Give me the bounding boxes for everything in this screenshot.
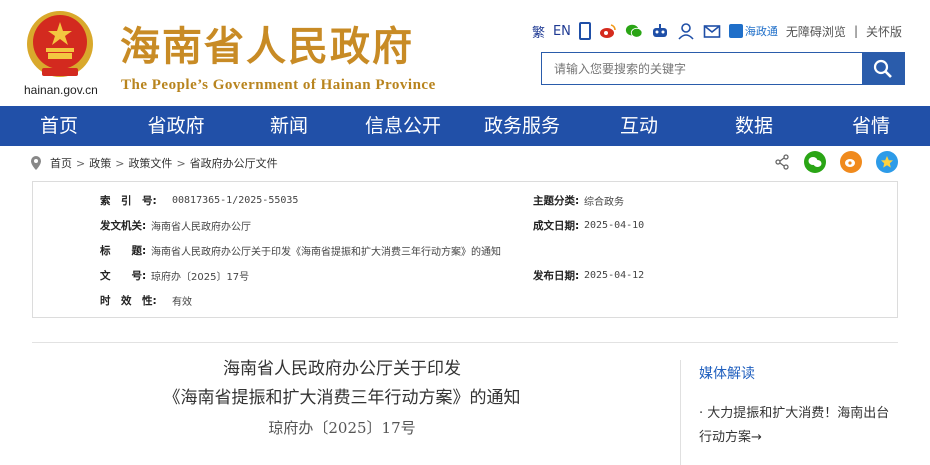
meta-date-made-value: 2025-04-10	[584, 219, 645, 231]
search-button[interactable]	[862, 53, 904, 84]
breadcrumb-separator: >	[76, 156, 86, 170]
english-link[interactable]: EN	[553, 24, 571, 39]
search-input[interactable]	[542, 53, 862, 84]
care-version-link[interactable]: 关怀版	[866, 23, 902, 40]
article-doc-number: 琼府办〔2025〕17号	[268, 419, 416, 437]
mail-icon[interactable]	[703, 22, 721, 40]
breadcrumb: 首页 > 政策 > 政策文件 > 省政府办公厅文件	[30, 150, 900, 176]
meta-pub-date-value: 2025-04-12	[584, 269, 645, 281]
site-url[interactable]: hainan.gov.cn	[24, 83, 98, 97]
meta-validity-label: 时 效 性:	[100, 294, 157, 307]
phone-icon[interactable]	[578, 22, 591, 40]
traditional-chinese-link[interactable]: 繁	[532, 22, 545, 41]
national-emblem-icon[interactable]	[22, 8, 98, 84]
share-bar	[774, 151, 898, 173]
breadcrumb-separator: >	[115, 156, 125, 170]
article-header: 海南省人民政府办公厅关于印发 《海南省提振和扩大消费三年行动方案》的通知 琼府办…	[32, 355, 652, 441]
zhengtong-label: 海政通	[744, 25, 778, 38]
meta-pub-date-label: 发布日期:	[533, 269, 580, 282]
document-meta-box: 索 引 号: 00817365-1/2025-55035 主题分类: 综合政务 …	[32, 181, 898, 318]
meta-issuer-value: 海南省人民政府办公厅	[151, 221, 251, 233]
meta-index-value: 00817365-1/2025-55035	[172, 194, 299, 206]
meta-row: 时 效 性: 有效	[33, 290, 897, 310]
share-qzone-icon[interactable]	[876, 151, 898, 173]
list-item[interactable]: · 大力提振和扩大消费！海南出台行动方案→	[699, 402, 900, 450]
share-weibo-icon[interactable]	[840, 151, 862, 173]
media-interpretation-panel: 媒体解读 · 大力提振和扩大消费！海南出台行动方案→	[680, 360, 900, 465]
article-title-line2: 《海南省提振和扩大消费三年行动方案》的通知	[163, 388, 521, 408]
share-icon[interactable]	[774, 154, 790, 170]
nav-data[interactable]: 数据	[696, 106, 812, 146]
meta-date-made-label: 成文日期:	[533, 219, 580, 232]
search-icon	[873, 59, 892, 78]
meta-row: 文 号: 琼府办〔2025〕17号 发布日期: 2025-04-12	[33, 265, 897, 285]
zhengtong-icon	[728, 24, 743, 38]
site-title-en[interactable]: The People’s Government of Hainan Provin…	[121, 77, 436, 94]
breadcrumb-home[interactable]: 首页	[50, 155, 72, 171]
nav-home[interactable]: 首页	[0, 106, 118, 146]
weibo-icon[interactable]	[599, 22, 617, 40]
location-pin-icon	[31, 156, 41, 170]
nav-provincial-government[interactable]: 省政府	[118, 106, 234, 146]
meta-row: 索 引 号: 00817365-1/2025-55035 主题分类: 综合政务	[33, 190, 897, 210]
meta-row: 发文机关: 海南省人民政府办公厅 成文日期: 2025-04-10	[33, 215, 897, 235]
breadcrumb-office-docs[interactable]: 省政府办公厅文件	[190, 155, 278, 171]
section-divider	[32, 342, 898, 343]
user-icon[interactable]	[677, 22, 695, 40]
site-header: hainan.gov.cn 海南省人民政府 The People’s Gover…	[0, 0, 930, 106]
breadcrumb-separator: >	[176, 156, 186, 170]
nav-info-disclosure[interactable]: 信息公开	[344, 106, 462, 146]
meta-validity-value: 有效	[172, 296, 192, 308]
wechat-icon[interactable]	[625, 22, 643, 40]
breadcrumb-policy-docs[interactable]: 政策文件	[128, 155, 172, 171]
robot-icon[interactable]	[651, 22, 669, 40]
zhengtong-link[interactable]: 海政通	[728, 23, 778, 39]
breadcrumb-policy[interactable]: 政策	[89, 155, 111, 171]
meta-docno-value: 琼府办〔2025〕17号	[151, 271, 250, 283]
nav-services[interactable]: 政务服务	[462, 106, 582, 146]
article-title-line1: 海南省人民政府办公厅关于印发	[223, 359, 461, 379]
search-bar	[541, 52, 905, 85]
share-wechat-icon[interactable]	[804, 151, 826, 173]
meta-index-label: 索 引 号:	[100, 194, 157, 207]
main-nav: 首页 省政府 新闻 信息公开 政务服务 互动 数据 省情	[0, 106, 930, 146]
meta-row: 标 题: 海南省人民政府办公厅关于印发《海南省提振和扩大消费三年行动方案》的通知	[33, 240, 897, 260]
meta-title-value: 海南省人民政府办公厅关于印发《海南省提振和扩大消费三年行动方案》的通知	[151, 246, 501, 258]
toplink-divider: |	[853, 24, 858, 38]
site-title-cn[interactable]: 海南省人民政府	[120, 14, 414, 72]
nav-province-info[interactable]: 省情	[812, 106, 930, 146]
meta-category-label: 主题分类:	[533, 194, 580, 207]
panel-title: 媒体解读	[699, 366, 755, 382]
top-links: 繁 EN 海政通 无障碍浏览 | 关怀版	[532, 20, 902, 42]
accessible-browse-link[interactable]: 无障碍浏览	[786, 23, 846, 40]
nav-interaction[interactable]: 互动	[582, 106, 696, 146]
meta-category-value: 综合政务	[584, 196, 624, 208]
nav-news[interactable]: 新闻	[234, 106, 344, 146]
